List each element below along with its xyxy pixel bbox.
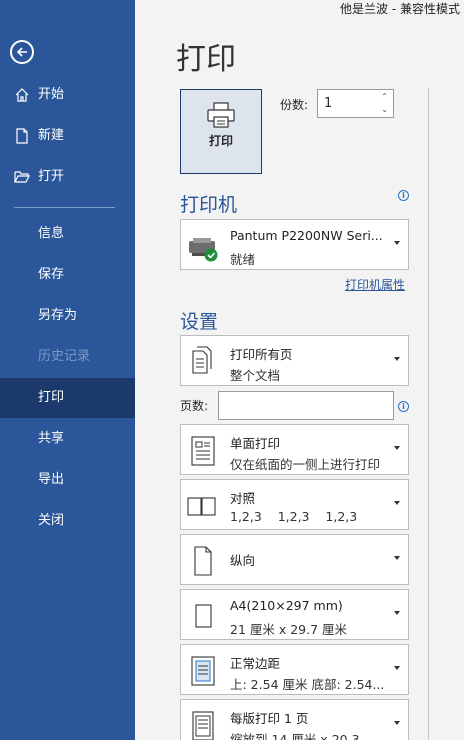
collate-line1: 对照 xyxy=(230,491,256,506)
copies-stepper[interactable]: 1 ⌃ ⌄ xyxy=(317,89,394,118)
range-line2: 整个文档 xyxy=(230,368,281,383)
info-icon[interactable]: i xyxy=(398,401,409,412)
single-sided-icon xyxy=(187,434,219,468)
printer-name: Pantum P2200NW Seri... xyxy=(230,228,383,243)
sidebar-item-label: 另存为 xyxy=(38,308,78,323)
sidebar-item-label: 开始 xyxy=(38,87,65,102)
sidebar-item-label: 共享 xyxy=(38,431,65,446)
chevron-down-icon xyxy=(394,611,400,615)
paper-line1: A4(210×297 mm) xyxy=(230,598,343,613)
pages-per-sheet-dropdown[interactable]: 每版打印 1 页 缩放到 14 厘米 x 20.3... xyxy=(180,699,409,740)
backstage-sidebar: 开始 新建 打开 信息 保存 另存为 历史记录 打印 共享 导出 关闭 xyxy=(0,0,135,740)
sidebar-item-label: 历史记录 xyxy=(38,349,91,364)
copies-value: 1 xyxy=(324,96,333,111)
printer-properties-link[interactable]: 打印机属性 xyxy=(345,276,405,293)
chevron-down-icon xyxy=(394,446,400,450)
sidebar-item-save-as[interactable]: 另存为 xyxy=(0,296,135,336)
printer-device-icon xyxy=(187,229,219,263)
sidebar-divider xyxy=(14,207,115,208)
sidebar-item-open[interactable]: 打开 xyxy=(0,157,135,197)
sidebar-item-info[interactable]: 信息 xyxy=(0,214,135,254)
info-icon[interactable]: i xyxy=(398,190,409,201)
settings-heading: 设置 xyxy=(180,311,219,333)
orientation-line1: 纵向 xyxy=(230,553,256,568)
range-line1: 打印所有页 xyxy=(230,347,293,362)
copies-label: 份数: xyxy=(280,98,309,112)
collate-dropdown[interactable]: 对照 1,2,3 1,2,3 1,2,3 xyxy=(180,479,409,530)
panel-divider xyxy=(428,88,429,740)
portrait-icon xyxy=(187,544,219,578)
print-button[interactable]: 打印 xyxy=(180,89,262,174)
sidebar-item-new[interactable]: 新建 xyxy=(0,116,135,156)
printer-heading: 打印机 xyxy=(180,194,238,216)
window-title: 他是兰波 - 兼容性模式 xyxy=(340,2,460,16)
home-icon xyxy=(14,87,30,103)
pages-input[interactable] xyxy=(218,391,394,420)
pages-label: 页数: xyxy=(180,399,209,413)
sides-line1: 单面打印 xyxy=(230,436,281,451)
chevron-down-icon xyxy=(394,556,400,560)
sidebar-item-label: 信息 xyxy=(38,226,65,241)
paper-size-dropdown[interactable]: A4(210×297 mm) 21 厘米 x 29.7 厘米 xyxy=(180,589,409,640)
margins-icon xyxy=(187,654,219,688)
paper-line2: 21 厘米 x 29.7 厘米 xyxy=(230,622,348,637)
printer-status: 就绪 xyxy=(230,252,256,267)
sidebar-item-export[interactable]: 导出 xyxy=(0,460,135,500)
sidebar-item-home[interactable]: 开始 xyxy=(0,75,135,115)
sidebar-item-label: 保存 xyxy=(38,267,65,282)
sidebar-item-close[interactable]: 关闭 xyxy=(0,501,135,541)
pages-per-sheet-icon xyxy=(187,709,219,740)
sides-line2: 仅在纸面的一侧上进行打印 xyxy=(230,457,381,472)
sidebar-item-label: 导出 xyxy=(38,472,65,487)
print-button-label: 打印 xyxy=(208,134,233,148)
sidebar-item-history: 历史记录 xyxy=(0,337,135,377)
chevron-down-icon xyxy=(394,357,400,361)
sidebar-item-label: 新建 xyxy=(38,128,65,143)
chevron-down-icon xyxy=(394,501,400,505)
back-arrow-icon[interactable] xyxy=(10,40,34,64)
all-pages-icon xyxy=(187,345,219,379)
collate-line2: 1,2,3 1,2,3 1,2,3 xyxy=(230,509,358,524)
chevron-up-icon[interactable]: ⌃ xyxy=(381,92,388,101)
collate-icon xyxy=(187,489,219,523)
paper-size-icon xyxy=(187,599,219,633)
chevron-down-icon xyxy=(394,666,400,670)
per-sheet-line1: 每版打印 1 页 xyxy=(230,711,309,726)
sides-dropdown[interactable]: 单面打印 仅在纸面的一侧上进行打印 xyxy=(180,424,409,475)
orientation-dropdown[interactable]: 纵向 xyxy=(180,534,409,585)
margins-line1: 正常边距 xyxy=(230,656,281,671)
printer-icon xyxy=(207,102,235,128)
sidebar-item-label: 关闭 xyxy=(38,513,65,528)
per-sheet-line2: 缩放到 14 厘米 x 20.3... xyxy=(230,732,372,740)
sidebar-item-share[interactable]: 共享 xyxy=(0,419,135,459)
chevron-down-icon xyxy=(394,721,400,725)
sidebar-item-label: 打开 xyxy=(38,169,65,184)
chevron-down-icon[interactable]: ⌄ xyxy=(381,105,388,114)
page-title: 打印 xyxy=(176,42,236,77)
sidebar-item-label: 打印 xyxy=(38,390,65,405)
margins-dropdown[interactable]: 正常边距 上: 2.54 厘米 底部: 2.54... xyxy=(180,644,409,695)
chevron-down-icon xyxy=(394,241,400,245)
open-folder-icon xyxy=(14,169,30,185)
sidebar-item-save[interactable]: 保存 xyxy=(0,255,135,295)
print-range-dropdown[interactable]: 打印所有页 整个文档 xyxy=(180,335,409,386)
sidebar-item-print[interactable]: 打印 xyxy=(0,378,135,418)
printer-dropdown[interactable]: Pantum P2200NW Seri... 就绪 xyxy=(180,219,409,270)
new-doc-icon xyxy=(14,128,30,144)
margins-line2: 上: 2.54 厘米 底部: 2.54... xyxy=(230,677,385,692)
